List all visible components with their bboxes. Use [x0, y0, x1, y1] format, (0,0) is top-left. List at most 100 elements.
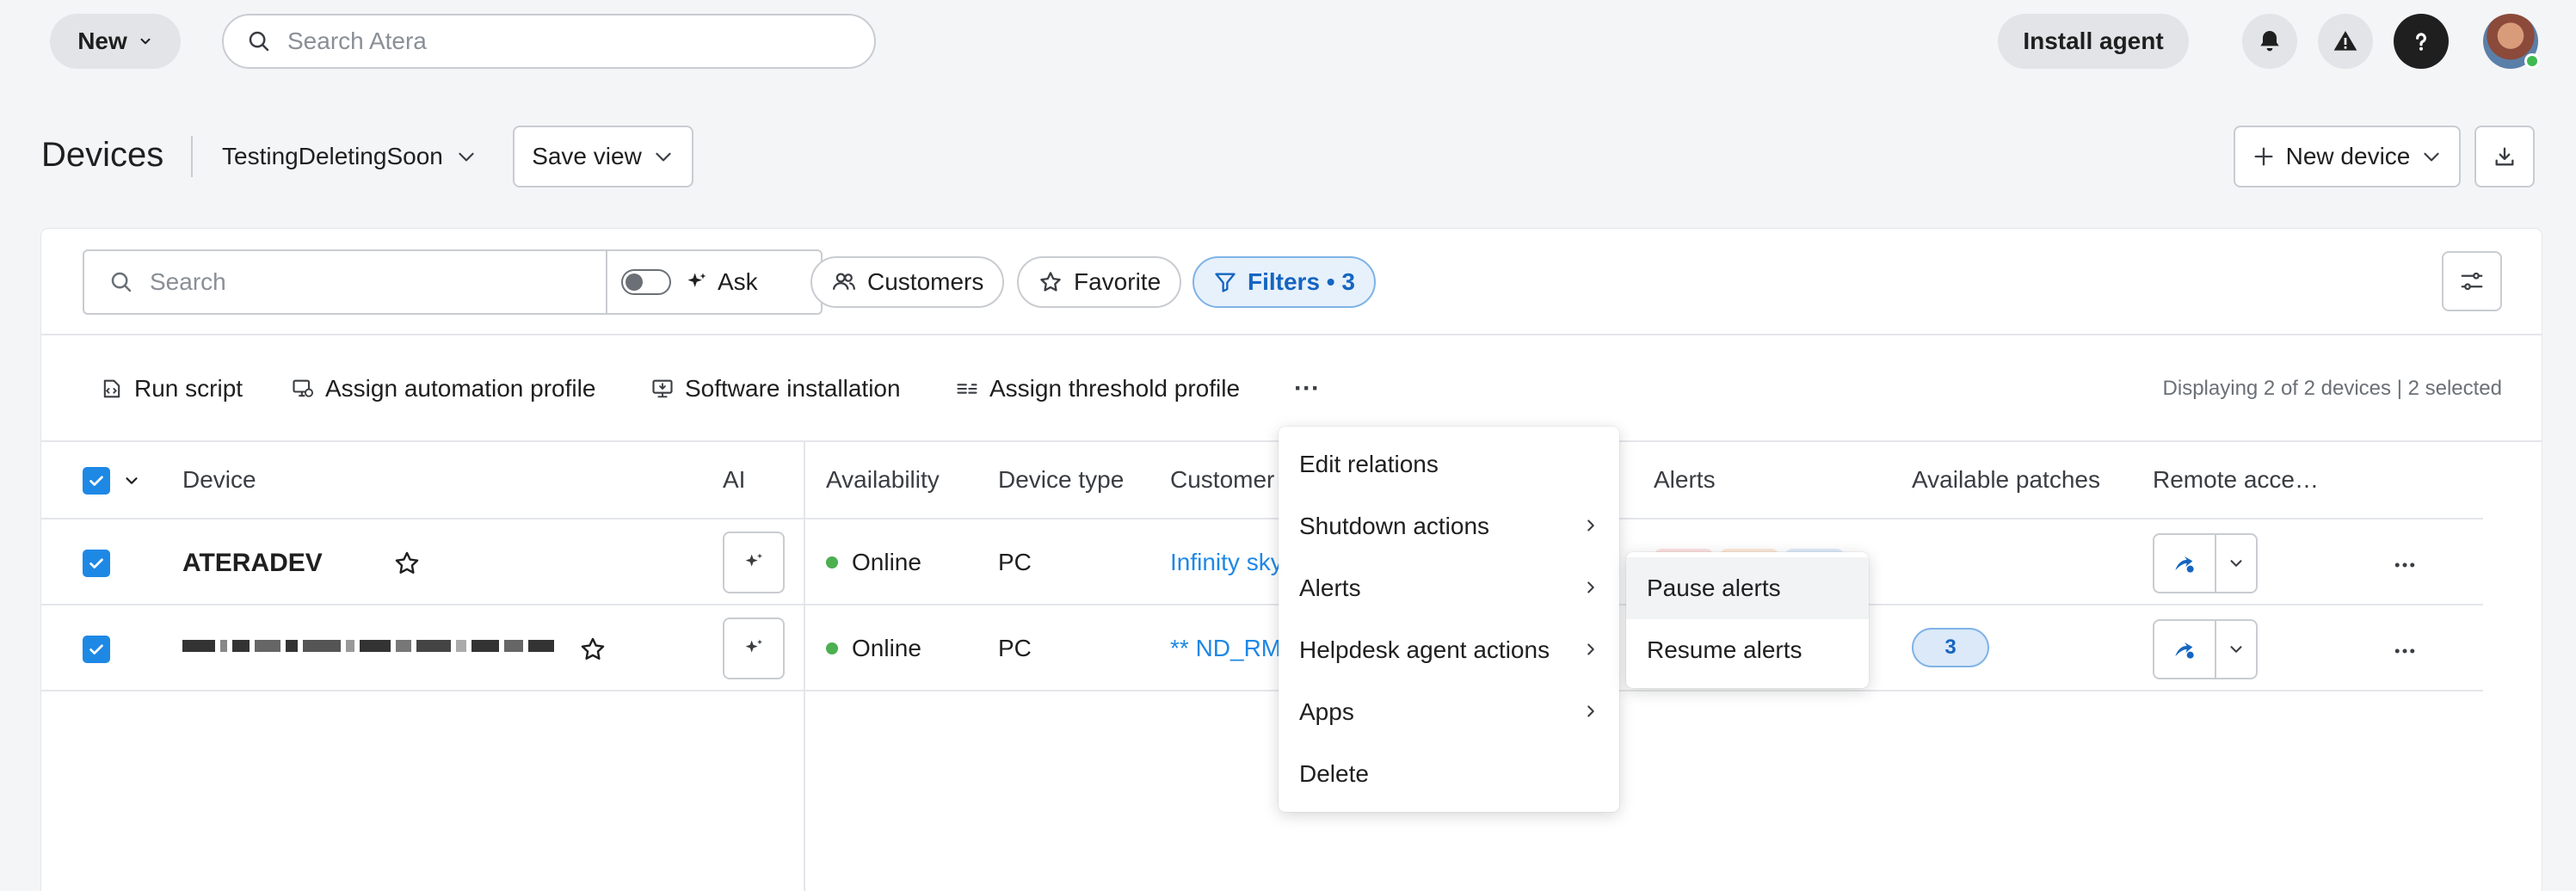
table-row[interactable]: ATERADEV Online PC Infinity sky — [41, 521, 2483, 605]
global-search-input[interactable] — [287, 28, 838, 55]
menu-item-alerts[interactable]: Alerts — [1279, 557, 1619, 619]
top-bar: New Install agent — [0, 0, 2576, 83]
sliders-icon — [2459, 268, 2485, 294]
favorite-label: Favorite — [1074, 268, 1162, 295]
menu-item-resume-alerts[interactable]: Resume alerts — [1626, 619, 1869, 681]
monitor-install-icon — [650, 377, 675, 401]
device-search[interactable]: Ask — [83, 249, 823, 315]
ai-assist-button[interactable] — [723, 532, 785, 593]
row-more-icon[interactable] — [2392, 552, 2418, 578]
chevron-right-icon — [1581, 702, 1600, 721]
menu-item-label: Delete — [1299, 760, 1369, 787]
customer-link[interactable]: ** ND_RM — [1170, 635, 1281, 662]
ai-search-toggle[interactable] — [621, 269, 671, 295]
device-search-field[interactable] — [84, 251, 607, 313]
favorite-filter-chip[interactable]: Favorite — [1017, 256, 1182, 308]
remote-connect-button[interactable] — [2154, 621, 2216, 678]
row-checkbox[interactable] — [83, 636, 110, 663]
column-device[interactable]: Device — [182, 466, 256, 494]
remote-access-button[interactable] — [2153, 533, 2258, 593]
warning-icon — [2332, 28, 2359, 55]
sparkle-icon — [742, 550, 766, 575]
filters-label: Filters • 3 — [1248, 268, 1355, 295]
remote-access-icon — [2171, 550, 2198, 577]
column-settings-button[interactable] — [2442, 251, 2502, 311]
column-available-patches[interactable]: Available patches — [1912, 466, 2100, 494]
customers-filter-chip[interactable]: Customers — [810, 256, 1005, 308]
remote-access-icon — [2171, 636, 2198, 663]
new-device-label: New device — [2285, 143, 2411, 169]
row-more-icon[interactable] — [2392, 638, 2418, 664]
menu-item-label: Helpdesk agent actions — [1299, 636, 1550, 663]
device-name[interactable]: ATERADEV — [182, 549, 323, 578]
more-actions-button[interactable]: ··· — [1294, 370, 1320, 408]
device-search-input[interactable] — [150, 268, 597, 296]
column-customer[interactable]: Customer — [1170, 466, 1274, 494]
search-icon — [246, 28, 272, 54]
menu-item-pause-alerts[interactable]: Pause alerts — [1626, 557, 1869, 619]
assign-threshold-profile-button[interactable]: Assign threshold profile — [955, 370, 1240, 408]
column-device-type[interactable]: Device type — [998, 466, 1124, 494]
menu-item-label: Alerts — [1299, 575, 1361, 601]
ai-assist-button[interactable] — [723, 618, 785, 679]
page-title: Devices — [41, 136, 164, 174]
menu-item-label: Apps — [1299, 698, 1354, 725]
ask-ai-button[interactable]: Ask — [685, 268, 758, 296]
online-status-dot — [826, 642, 838, 654]
menu-item-delete[interactable]: Delete — [1279, 743, 1619, 805]
remote-connect-button[interactable] — [2154, 535, 2216, 592]
run-script-button[interactable]: Run script — [100, 370, 243, 408]
online-status-dot — [826, 556, 838, 568]
assign-automation-profile-button[interactable]: Assign automation profile — [291, 370, 595, 408]
notifications-button[interactable] — [2242, 14, 2297, 69]
remote-access-button[interactable] — [2153, 619, 2258, 679]
row-checkbox[interactable] — [83, 550, 110, 577]
select-all-checkbox[interactable] — [83, 467, 110, 495]
remote-options-button[interactable] — [2216, 535, 2256, 592]
customer-link[interactable]: Infinity sky — [1170, 549, 1283, 576]
assign-automation-label: Assign automation profile — [325, 375, 596, 402]
view-selector[interactable]: TestingDeletingSoon — [222, 138, 478, 175]
sparkle-icon — [742, 636, 766, 661]
chevron-down-icon — [2227, 554, 2246, 573]
menu-item-label: Resume alerts — [1647, 636, 1803, 663]
column-alerts[interactable]: Alerts — [1654, 466, 1716, 494]
question-mark-icon — [2408, 28, 2434, 54]
avatar[interactable] — [2483, 14, 2540, 69]
menu-item-helpdesk-agent-actions[interactable]: Helpdesk agent actions — [1279, 619, 1619, 681]
select-options-chevron-icon[interactable] — [122, 471, 141, 490]
search-icon — [108, 269, 134, 295]
export-button[interactable] — [2474, 126, 2535, 187]
online-presence-indicator — [2524, 53, 2540, 69]
remote-options-button[interactable] — [2216, 621, 2256, 678]
menu-item-label: Shutdown actions — [1299, 513, 1490, 539]
available-patches-badge[interactable]: 3 — [1912, 628, 1989, 667]
filters-chip[interactable]: Filters • 3 — [1192, 256, 1376, 308]
chevron-down-icon — [2227, 640, 2246, 659]
favorite-star-icon[interactable] — [578, 635, 607, 664]
menu-item-apps[interactable]: Apps — [1279, 681, 1619, 743]
favorite-star-icon[interactable] — [392, 549, 422, 578]
new-device-button[interactable]: New device — [2234, 126, 2461, 187]
menu-item-shutdown-actions[interactable]: Shutdown actions — [1279, 495, 1619, 557]
new-button[interactable]: New — [50, 14, 181, 69]
menu-item-label: Edit relations — [1299, 451, 1439, 477]
device-name-redacted[interactable] — [182, 640, 554, 652]
software-installation-button[interactable]: Software installation — [650, 370, 901, 408]
view-name: TestingDeletingSoon — [222, 143, 443, 169]
availability-status: Online — [826, 549, 921, 576]
alerts-submenu: Pause alerts Resume alerts — [1626, 552, 1869, 688]
save-view-button[interactable]: Save view — [513, 126, 693, 187]
column-availability[interactable]: Availability — [826, 466, 940, 494]
menu-item-edit-relations[interactable]: Edit relations — [1279, 433, 1619, 495]
column-ai[interactable]: AI — [723, 466, 745, 494]
global-search[interactable] — [222, 14, 876, 69]
download-icon — [2493, 144, 2517, 169]
warnings-button[interactable] — [2318, 14, 2373, 69]
menu-item-label: Pause alerts — [1647, 575, 1781, 601]
install-agent-button[interactable]: Install agent — [1998, 14, 2189, 69]
column-remote-access[interactable]: Remote acce… — [2153, 466, 2319, 494]
help-button[interactable] — [2394, 14, 2449, 69]
table-row[interactable]: Online PC ** ND_RM 3 — [41, 607, 2483, 691]
chevron-right-icon — [1581, 578, 1600, 597]
